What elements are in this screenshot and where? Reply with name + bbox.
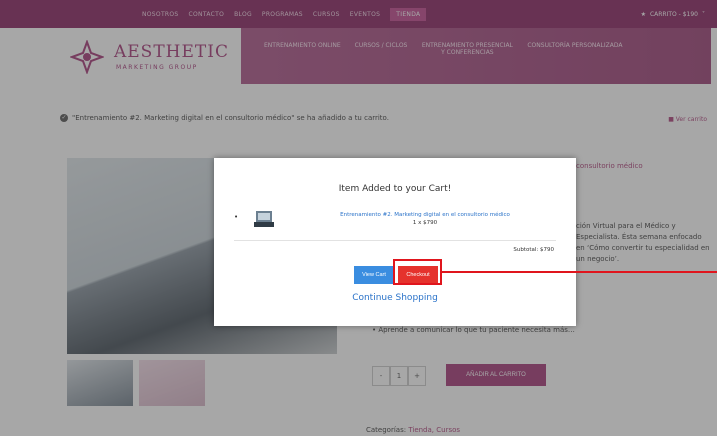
modal-product-name[interactable]: Entrenamiento #2. Marketing digital en e…	[310, 211, 540, 219]
view-cart-button[interactable]: View Cart	[354, 266, 394, 284]
modal-divider	[234, 240, 556, 241]
modal-title: Item Added to your Cart!	[338, 184, 452, 194]
checkout-highlight-box	[393, 259, 442, 285]
modal-product-qty: 1 x $790	[412, 220, 438, 226]
product-thumbnail-icon	[254, 211, 274, 227]
highlight-pointer-line	[442, 271, 717, 273]
bullet-icon: •	[234, 213, 239, 221]
continue-shopping-link[interactable]: Continue Shopping	[214, 293, 576, 303]
modal-subtotal: Subtotal: $790	[513, 247, 554, 253]
added-to-cart-modal: Item Added to your Cart! • Entrenamiento…	[214, 158, 576, 326]
